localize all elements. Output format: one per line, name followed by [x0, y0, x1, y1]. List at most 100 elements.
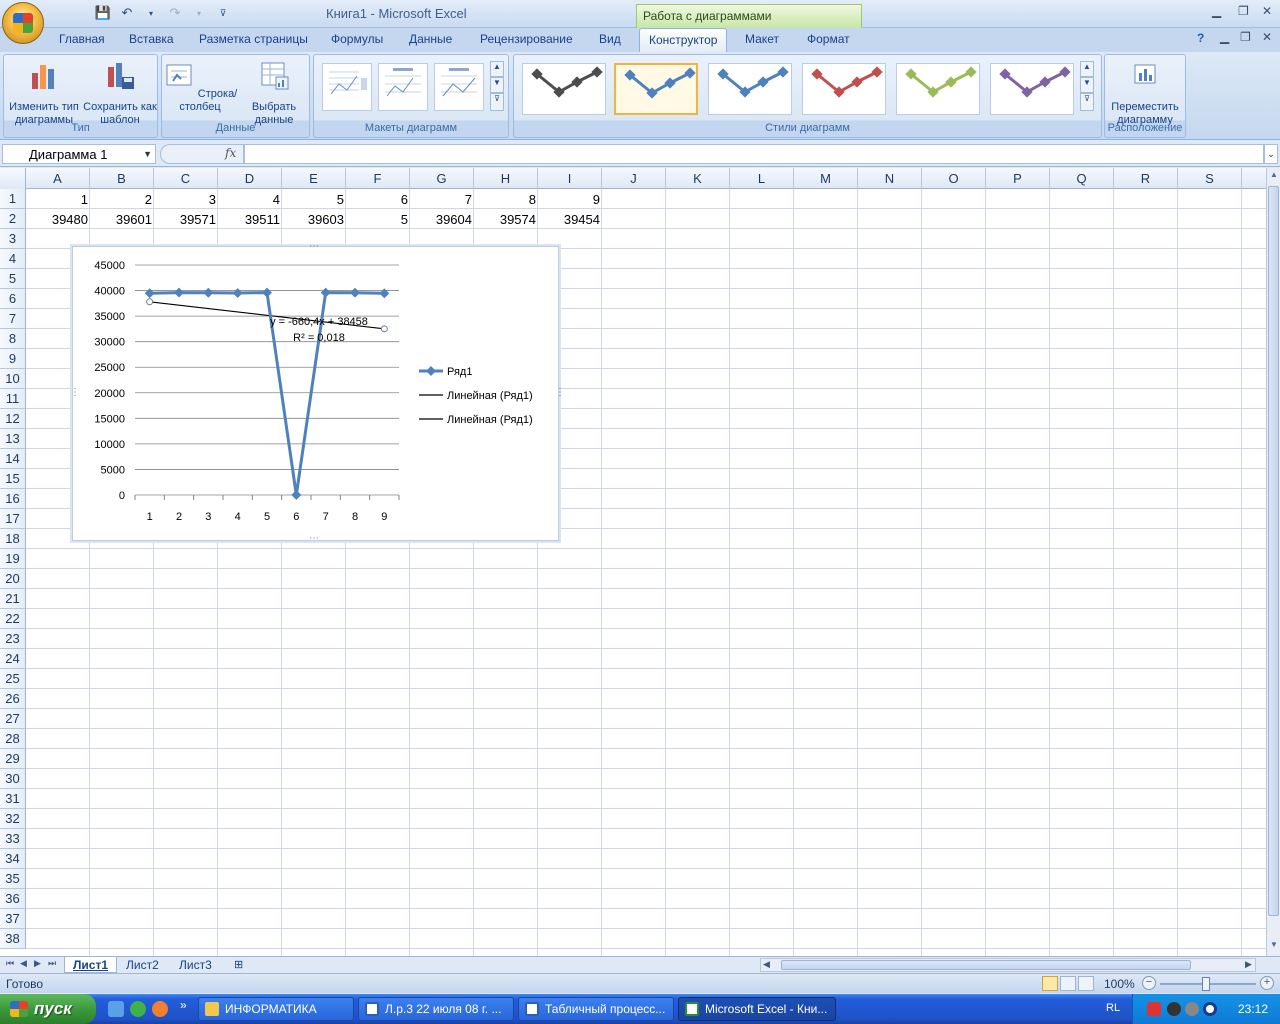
cell-C1[interactable]: 3 [154, 189, 218, 209]
row-header-32[interactable]: 32 [0, 809, 26, 829]
next-sheet-icon[interactable]: ▶ [34, 958, 41, 969]
column-header-K[interactable]: K [666, 168, 730, 189]
column-header-J[interactable]: J [602, 168, 666, 189]
layouts-more[interactable]: ⊽ [490, 93, 504, 111]
page-layout-view-icon[interactable] [1060, 976, 1076, 991]
undo-dropdown-icon[interactable]: ▾ [142, 4, 160, 22]
redo-dropdown-icon[interactable]: ▾ [190, 4, 208, 22]
change-chart-type-button[interactable]: Изменить тип диаграммы [6, 59, 82, 127]
language-indicator[interactable]: RL [1106, 1002, 1120, 1014]
last-sheet-icon[interactable]: ⏭ [48, 958, 56, 969]
redo-icon[interactable]: ↷ [166, 4, 184, 22]
row-header-3[interactable]: 3 [0, 229, 26, 249]
row-header-30[interactable]: 30 [0, 769, 26, 789]
page-break-view-icon[interactable] [1078, 976, 1094, 991]
prev-sheet-icon[interactable]: ◀ [20, 958, 27, 969]
tab-data[interactable]: Данные [409, 32, 452, 46]
chart-style-option-5[interactable] [896, 63, 980, 115]
start-button[interactable]: пуск [0, 994, 96, 1024]
sheet-tab-2[interactable]: Лист2 [118, 957, 167, 973]
zoom-slider-thumb[interactable] [1202, 977, 1210, 991]
row-header-28[interactable]: 28 [0, 729, 26, 749]
customize-qat-icon[interactable]: ⊽ [214, 4, 232, 22]
embedded-chart[interactable]: 45000 40000 35000 30000 25000 20000 15000 10000… [70, 241, 565, 544]
cell-H1[interactable]: 8 [474, 189, 538, 209]
row-header-8[interactable]: 8 [0, 329, 26, 349]
column-header-O[interactable]: O [922, 168, 986, 189]
insert-sheet-icon[interactable]: ⊞ [226, 957, 251, 973]
row-header-33[interactable]: 33 [0, 829, 26, 849]
resize-handle-top[interactable]: ⋯ [309, 241, 319, 252]
minimize-icon[interactable]: ▁ [1212, 4, 1221, 18]
cell-I1[interactable]: 9 [538, 189, 602, 209]
close-icon[interactable]: ✕ [1262, 4, 1272, 18]
row-header-37[interactable]: 37 [0, 909, 26, 929]
row-header-17[interactable]: 17 [0, 509, 26, 529]
cell-E1[interactable]: 5 [282, 189, 346, 209]
tab-insert[interactable]: Вставка [129, 32, 174, 46]
cell-A2[interactable]: 39480 [26, 209, 90, 229]
styles-scroll-down[interactable]: ▼ [1080, 77, 1094, 93]
row-header-20[interactable]: 20 [0, 569, 26, 589]
workbook-restore-icon[interactable]: ❐ [1240, 30, 1251, 44]
quicklaunch-app-icon[interactable] [130, 1001, 146, 1017]
row-header-2[interactable]: 2 [0, 209, 26, 229]
tray-volume-icon[interactable] [1203, 1002, 1217, 1016]
normal-view-icon[interactable] [1042, 976, 1058, 991]
formula-input[interactable] [244, 144, 1264, 164]
row-header-11[interactable]: 11 [0, 389, 26, 409]
office-button[interactable] [2, 2, 44, 44]
cell-E2[interactable]: 39603 [282, 209, 346, 229]
column-header-L[interactable]: L [730, 168, 794, 189]
column-header-S[interactable]: S [1178, 168, 1242, 189]
row-header-7[interactable]: 7 [0, 309, 26, 329]
column-header-N[interactable]: N [858, 168, 922, 189]
resize-handle-right[interactable]: ⋮ [555, 387, 565, 398]
column-header-E[interactable]: E [282, 168, 346, 189]
chart-style-option-1[interactable] [522, 63, 606, 115]
cell-D1[interactable]: 4 [218, 189, 282, 209]
chart-style-option-6[interactable] [990, 63, 1074, 115]
column-header-G[interactable]: G [410, 168, 474, 189]
column-header-B[interactable]: B [90, 168, 154, 189]
tab-page-layout[interactable]: Разметка страницы [199, 32, 308, 46]
row-header-19[interactable]: 19 [0, 549, 26, 569]
layout-option-1[interactable] [322, 63, 372, 111]
more-quicklaunch-icon[interactable]: » [180, 998, 196, 1014]
row-header-10[interactable]: 10 [0, 369, 26, 389]
column-header-F[interactable]: F [346, 168, 410, 189]
row-header-6[interactable]: 6 [0, 289, 26, 309]
task-informatika[interactable]: ИНФОРМАТИКА [198, 997, 354, 1021]
restore-icon[interactable]: ❐ [1238, 4, 1249, 18]
tab-view[interactable]: Вид [599, 32, 621, 46]
first-sheet-icon[interactable]: ⏮ [6, 958, 14, 969]
column-header-A[interactable]: A [26, 168, 90, 189]
row-header-24[interactable]: 24 [0, 649, 26, 669]
row-header-12[interactable]: 12 [0, 409, 26, 429]
vertical-scrollbar[interactable]: ▲ ▼ [1266, 168, 1280, 956]
row-header-23[interactable]: 23 [0, 629, 26, 649]
browser-icon[interactable] [152, 1001, 168, 1017]
tab-layout[interactable]: Макет [745, 32, 779, 46]
scroll-down-icon[interactable]: ▼ [1268, 940, 1280, 954]
move-chart-button[interactable]: Переместить диаграмму [1107, 59, 1183, 127]
layouts-scroll-up[interactable]: ▲ [490, 61, 504, 77]
task-excel[interactable]: Microsoft Excel - Кни... [678, 997, 836, 1021]
layout-option-2[interactable] [378, 63, 428, 111]
cell-C2[interactable]: 39571 [154, 209, 218, 229]
row-header-1[interactable]: 1 [0, 189, 26, 209]
horizontal-scroll-thumb[interactable] [781, 960, 1191, 970]
expand-formula-bar-icon[interactable]: ⌄ [1264, 144, 1278, 164]
cell-B1[interactable]: 2 [90, 189, 154, 209]
chart-style-option-2[interactable] [614, 63, 698, 115]
vertical-scroll-thumb[interactable] [1268, 186, 1279, 916]
scroll-left-icon[interactable]: ◀ [763, 959, 770, 970]
scroll-right-icon[interactable]: ▶ [1245, 959, 1252, 970]
row-header-27[interactable]: 27 [0, 709, 26, 729]
column-header-Q[interactable]: Q [1050, 168, 1114, 189]
row-header-13[interactable]: 13 [0, 429, 26, 449]
workbook-close-icon[interactable]: ✕ [1262, 30, 1272, 44]
row-header-21[interactable]: 21 [0, 589, 26, 609]
show-desktop-icon[interactable] [108, 1001, 124, 1017]
row-header-15[interactable]: 15 [0, 469, 26, 489]
